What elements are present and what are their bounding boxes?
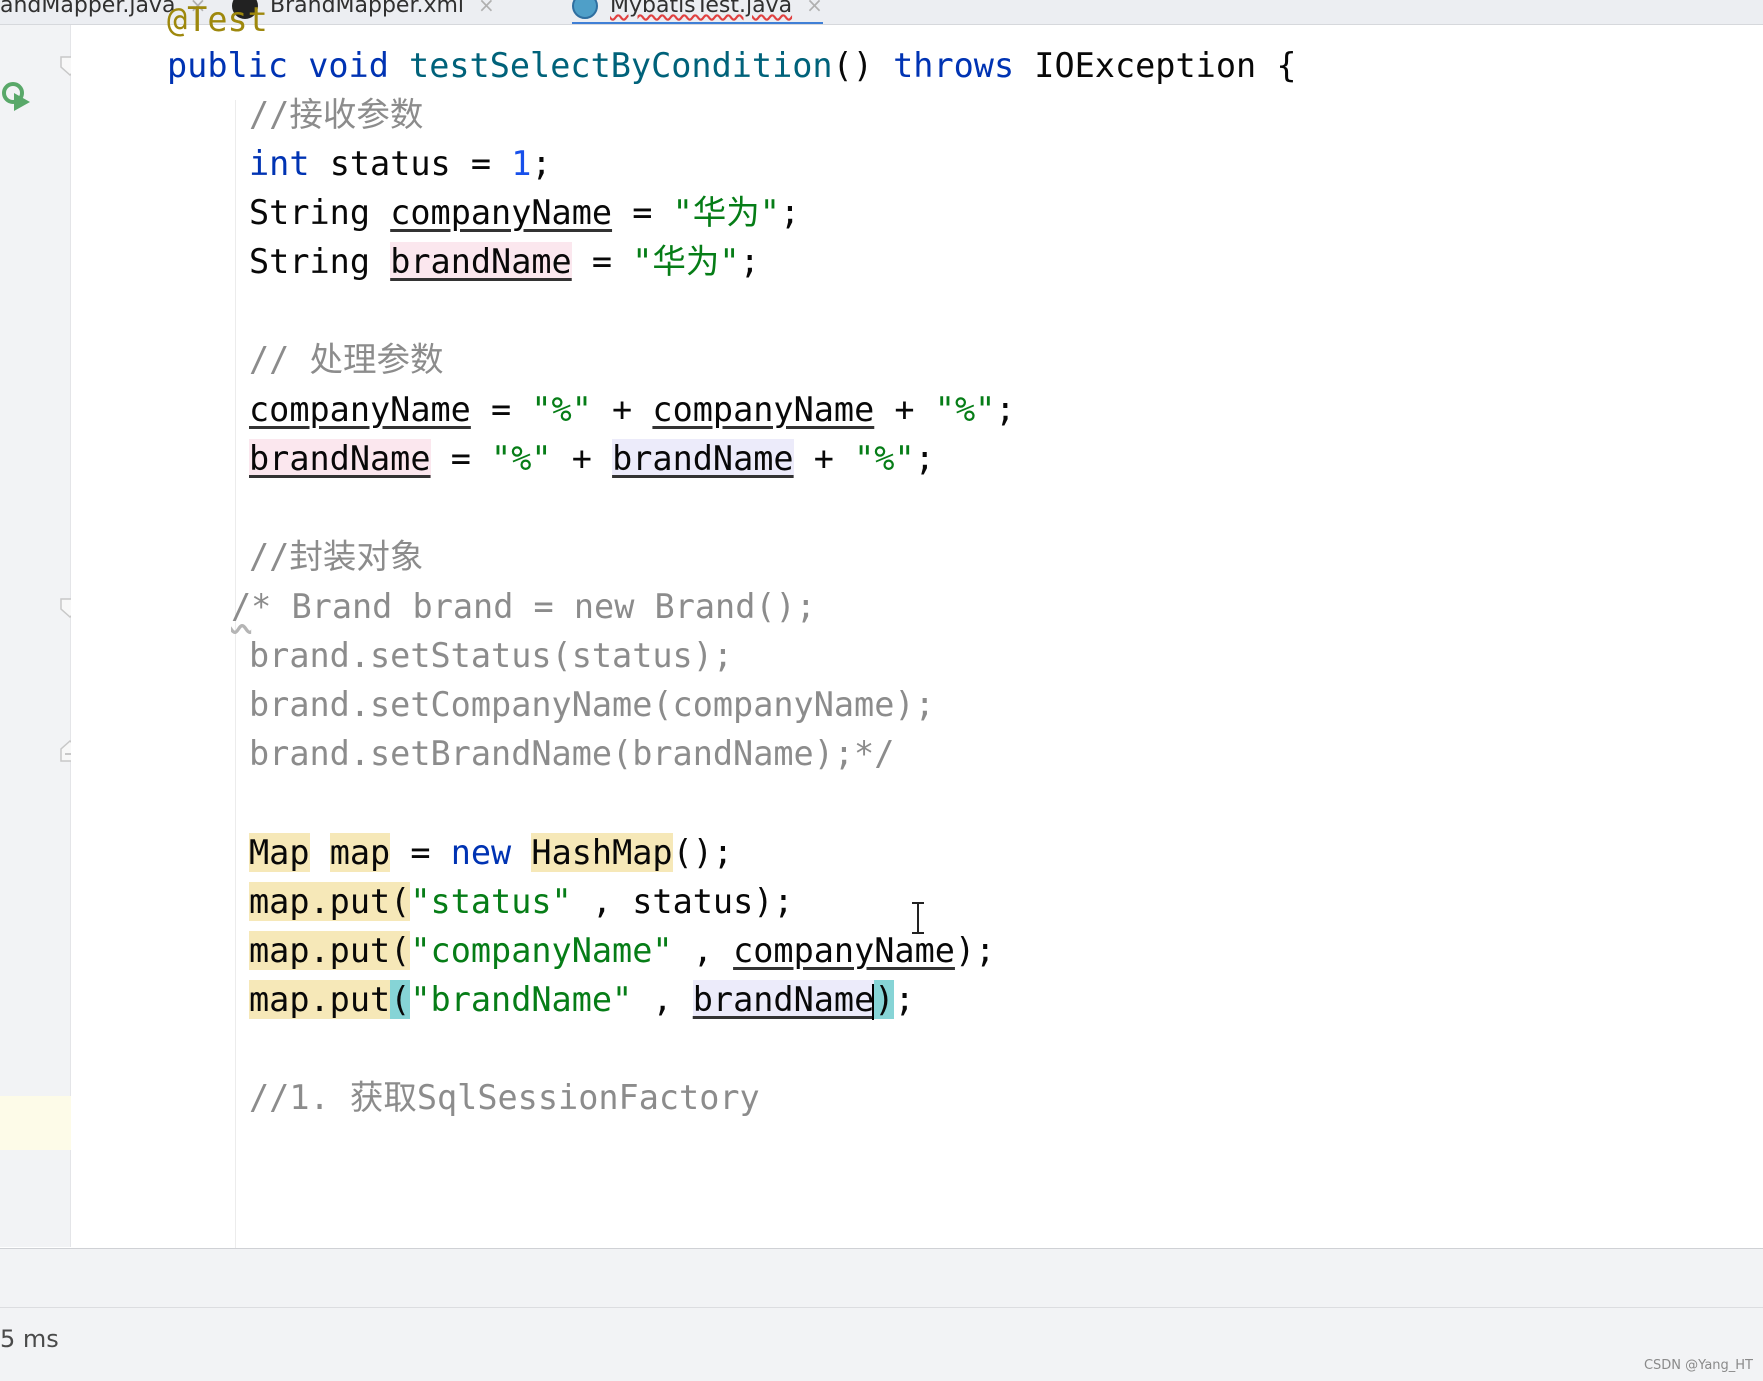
comment-get-sqlsessionfactory: //1. 获取SqlSessionFactory: [249, 1078, 760, 1117]
code-line-annotation: @Test: [167, 0, 268, 39]
ibeam-cursor-icon: [912, 902, 924, 934]
block-comment-line-4: brand.setBrandName(brandName);*/: [249, 734, 895, 773]
divider: [0, 1307, 1763, 1308]
code-line-put-company: map.put("companyName" , companyName);: [249, 931, 996, 970]
run-test-icon[interactable]: [0, 81, 34, 115]
indent-guide: [235, 100, 236, 1272]
code-line-company-name: String companyName = "华为";: [249, 193, 801, 232]
tab-brandmapper-xml[interactable]: BrandMapper.xml ×: [232, 0, 495, 22]
run-tool-window: 5 ms CSDN @Yang_HT: [0, 1248, 1763, 1381]
block-comment-line-1: /* Brand brand = new Brand();: [231, 587, 816, 626]
code-line-method-signature: public void testSelectByCondition() thro…: [167, 46, 1297, 85]
code-line-status: int status = 1;: [249, 144, 552, 183]
code-line-brand-name: String brandName = "华为";: [249, 242, 760, 281]
comment-wrap-object: //封装对象: [249, 537, 424, 576]
elapsed-time: 5 ms: [0, 1325, 59, 1353]
tab-label: BrandMapper.xml: [270, 0, 465, 18]
java-class-icon: [572, 0, 598, 19]
watermark: CSDN @Yang_HT: [1643, 1358, 1753, 1373]
comment-process-params: // 处理参数: [249, 340, 444, 379]
code-line-put-brand: map.put("brandName" , brandName);: [249, 980, 915, 1020]
comment-receive-params: //接收参数: [249, 95, 424, 134]
code-line-new-map: Map map = new HashMap();: [249, 833, 734, 872]
code-line-process-company: companyName = "%" + companyName + "%";: [249, 390, 1016, 429]
code-line-put-status: map.put("status" , status);: [249, 882, 794, 921]
block-comment-line-2: brand.setStatus(status);: [249, 636, 734, 675]
editor-gutter: [0, 25, 80, 1247]
close-icon[interactable]: ×: [478, 0, 495, 17]
code-editor[interactable]: @Test public void testSelectByCondition(…: [71, 0, 1763, 1272]
block-comment-line-3: brand.setCompanyName(companyName);: [249, 685, 935, 724]
code-line-process-brand: brandName = "%" + brandName + "%";: [249, 439, 935, 478]
tab-label: MybatisTest.java: [610, 0, 793, 18]
tab-label: andMapper.java: [0, 0, 176, 18]
tab-mybatistest-java[interactable]: MybatisTest.java ×: [572, 0, 823, 24]
close-icon[interactable]: ×: [806, 0, 823, 17]
